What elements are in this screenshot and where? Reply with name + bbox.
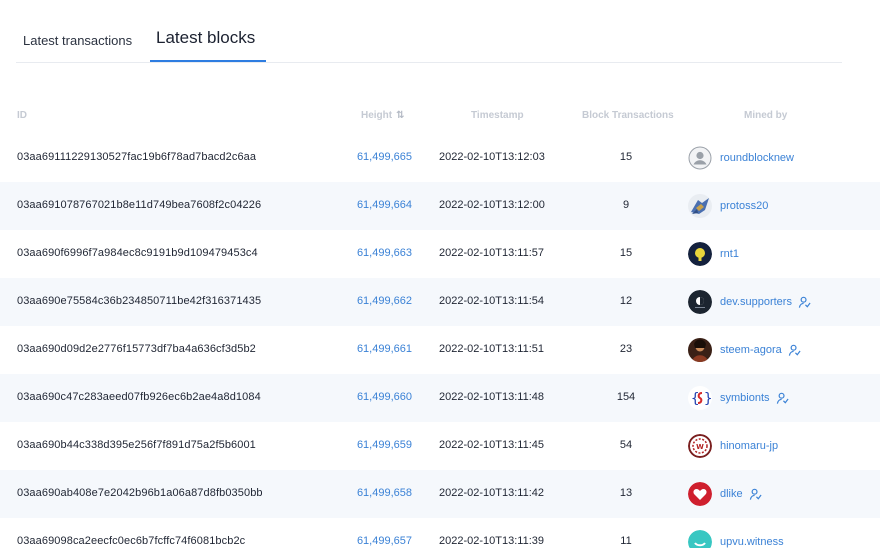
user-check-icon[interactable] — [776, 392, 789, 405]
table-row: 03aa69111229130527fac19b6f78ad7bacd2c6aa… — [0, 134, 880, 182]
table-row: 03aa690f6996f7a984ec8c9191b9d109479453c4… — [0, 230, 880, 278]
table-row: 03aa690c47c283aeed07fb926ec6b2ae4a8d1084… — [0, 374, 880, 422]
table-row: 03aa691078767021b8e11d749bea7608f2c04226… — [0, 182, 880, 230]
block-height-link[interactable]: 61,499,660 — [357, 391, 412, 403]
miner: roundblocknew — [688, 146, 794, 170]
user-check-icon[interactable] — [749, 488, 762, 501]
default-user-icon[interactable] — [688, 146, 712, 170]
block-timestamp: 2022-02-10T13:11:57 — [439, 247, 544, 259]
block-height-link[interactable]: 61,499,659 — [357, 439, 412, 451]
block-height-link[interactable]: 61,499,657 — [357, 535, 412, 547]
block-timestamp: 2022-02-10T13:11:54 — [439, 295, 544, 307]
block-transaction-count: 13 — [619, 487, 633, 499]
block-height-link[interactable]: 61,499,661 — [357, 343, 412, 355]
table-row: 03aa690d09d2e2776f15773df7ba4a636cf3d5b2… — [0, 326, 880, 374]
symbionts-avatar[interactable]: {} — [688, 386, 712, 410]
block-timestamp: 2022-02-10T13:12:03 — [439, 151, 545, 163]
miner: dlike — [688, 482, 762, 506]
block-id[interactable]: 03aa690c47c283aeed07fb926ec6b2ae4a8d1084 — [17, 391, 261, 403]
block-height-link[interactable]: 61,499,662 — [357, 295, 412, 307]
miner: dev.supporters — [688, 290, 811, 314]
block-id[interactable]: 03aa69111229130527fac19b6f78ad7bacd2c6aa — [17, 151, 256, 163]
block-height-link[interactable]: 61,499,664 — [357, 199, 412, 211]
active-tab-indicator — [150, 60, 266, 62]
table-header: ID Height ⇅ Timestamp Block Transactions … — [0, 105, 880, 127]
block-id[interactable]: 03aa691078767021b8e11d749bea7608f2c04226 — [17, 199, 261, 211]
upvu-avatar[interactable] — [688, 530, 712, 548]
block-timestamp: 2022-02-10T13:11:42 — [439, 487, 544, 499]
miner-name-link[interactable]: roundblocknew — [720, 152, 794, 164]
table-row: 03aa690b44c338d395e256f7f891d75a2f5b6001… — [0, 422, 880, 470]
blocks-table-body: 03aa69111229130527fac19b6f78ad7bacd2c6aa… — [0, 134, 880, 548]
rnt1-avatar[interactable] — [688, 242, 712, 266]
block-transaction-count: 15 — [619, 247, 633, 259]
table-row: 03aa690ab408e7e2042b96b1a06a87d8fb0350bb… — [0, 470, 880, 518]
header-id: ID — [17, 110, 27, 121]
miner: steem-agora — [688, 338, 801, 362]
header-timestamp: Timestamp — [471, 110, 524, 121]
block-id[interactable]: 03aa690b44c338d395e256f7f891d75a2f5b6001 — [17, 439, 256, 451]
block-timestamp: 2022-02-10T13:11:39 — [439, 535, 544, 547]
miner-name-link[interactable]: hinomaru-jp — [720, 440, 778, 452]
block-id[interactable]: 03aa690d09d2e2776f15773df7ba4a636cf3d5b2 — [17, 343, 256, 355]
tab-bar: Latest transactions Latest blocks — [16, 0, 842, 63]
hinomaru-avatar[interactable]: W — [688, 434, 712, 458]
miner: {} symbionts — [688, 386, 789, 410]
block-timestamp: 2022-02-10T13:11:51 — [439, 343, 544, 355]
svg-text:W: W — [696, 443, 704, 451]
miner: Whinomaru-jp — [688, 434, 778, 458]
miner: upvu.witness — [688, 530, 784, 548]
protoss-avatar[interactable] — [688, 194, 712, 218]
block-timestamp: 2022-02-10T13:11:45 — [439, 439, 544, 451]
dev-supporters-avatar[interactable] — [688, 290, 712, 314]
block-id[interactable]: 03aa69098ca2eecfc0ec6b7fcffc74f6081bcb2c — [17, 535, 245, 547]
miner-name-link[interactable]: dev.supporters — [720, 296, 792, 308]
block-transaction-count: 12 — [619, 295, 633, 307]
tab-latest-blocks[interactable]: Latest blocks — [156, 28, 255, 48]
block-height-link[interactable]: 61,499,663 — [357, 247, 412, 259]
table-row: 03aa69098ca2eecfc0ec6b7fcffc74f6081bcb2c… — [0, 518, 880, 548]
miner: rnt1 — [688, 242, 739, 266]
user-check-icon[interactable] — [798, 296, 811, 309]
header-block-transactions: Block Transactions — [582, 110, 674, 121]
miner-name-link[interactable]: dlike — [720, 488, 743, 500]
dlike-avatar[interactable] — [688, 482, 712, 506]
block-id[interactable]: 03aa690f6996f7a984ec8c9191b9d109479453c4 — [17, 247, 258, 259]
block-transaction-count: 54 — [619, 439, 633, 451]
table-row: 03aa690e75584c36b234850711be42f316371435… — [0, 278, 880, 326]
block-timestamp: 2022-02-10T13:11:48 — [439, 391, 544, 403]
header-height-label: Height — [361, 110, 393, 121]
block-transaction-count: 15 — [619, 151, 633, 163]
header-mined-by: Mined by — [744, 110, 788, 121]
miner-name-link[interactable]: upvu.witness — [720, 536, 784, 548]
block-height-link[interactable]: 61,499,665 — [357, 151, 412, 163]
block-timestamp: 2022-02-10T13:12:00 — [439, 199, 545, 211]
miner-name-link[interactable]: symbionts — [720, 392, 770, 404]
svg-text:{: { — [691, 391, 699, 407]
block-transaction-count: 154 — [616, 391, 636, 403]
user-check-icon[interactable] — [788, 344, 801, 357]
header-height[interactable]: Height ⇅ — [361, 110, 405, 121]
svg-text:}: } — [704, 391, 712, 407]
block-id[interactable]: 03aa690e75584c36b234850711be42f316371435 — [17, 295, 261, 307]
block-transaction-count: 23 — [619, 343, 633, 355]
sort-icon[interactable]: ⇅ — [396, 110, 404, 121]
tab-latest-transactions[interactable]: Latest transactions — [23, 33, 132, 48]
steem-agora-avatar[interactable] — [688, 338, 712, 362]
miner-name-link[interactable]: rnt1 — [720, 248, 739, 260]
miner-name-link[interactable]: protoss20 — [720, 200, 768, 212]
miner: protoss20 — [688, 194, 768, 218]
block-transaction-count: 9 — [622, 199, 630, 211]
block-transaction-count: 11 — [620, 535, 632, 547]
miner-name-link[interactable]: steem-agora — [720, 344, 782, 356]
block-height-link[interactable]: 61,499,658 — [357, 487, 412, 499]
block-id[interactable]: 03aa690ab408e7e2042b96b1a06a87d8fb0350bb — [17, 487, 263, 499]
